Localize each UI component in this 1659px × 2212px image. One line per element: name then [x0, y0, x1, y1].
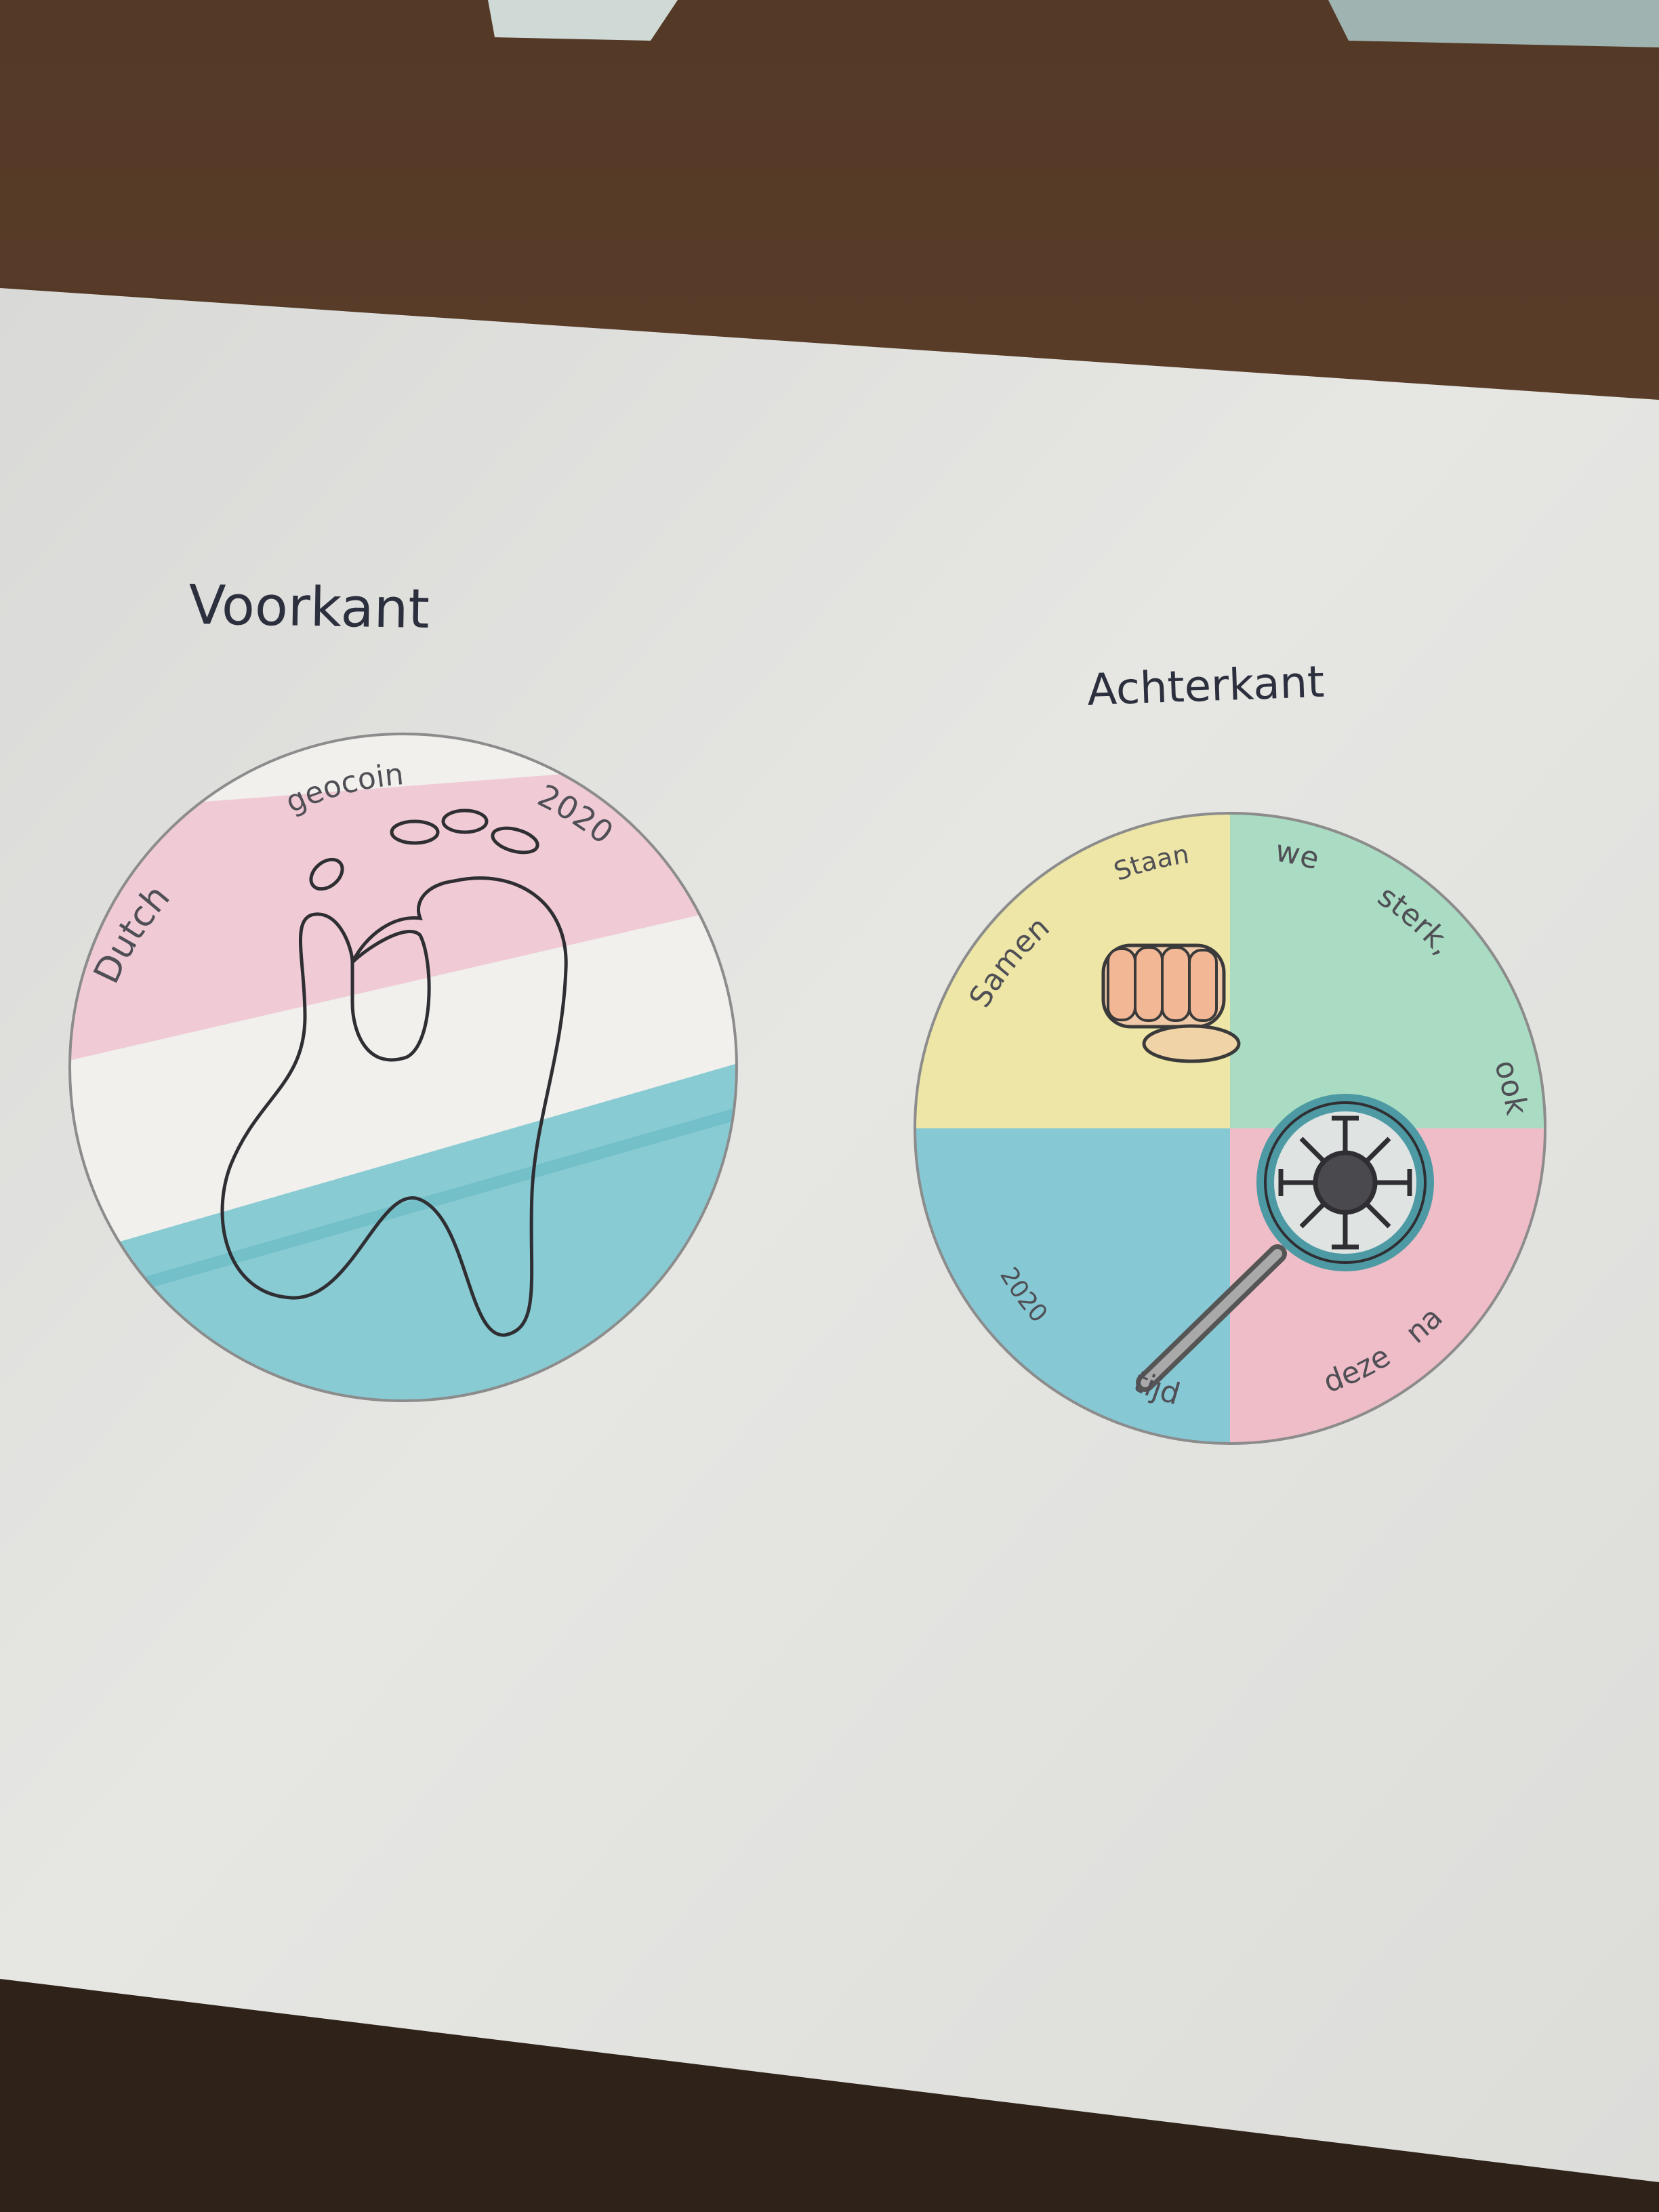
- photo-scene: Voorkant Achterkant Dutch geocoin 2020 S…: [0, 0, 1659, 2212]
- back-label: Achterkant: [1086, 657, 1325, 716]
- object-top-right: [1328, 0, 1659, 47]
- paper-corner-top: [488, 0, 678, 41]
- photo-canvas: Voorkant Achterkant Dutch geocoin 2020 S…: [0, 0, 1659, 2212]
- front-label: Voorkant: [188, 573, 430, 640]
